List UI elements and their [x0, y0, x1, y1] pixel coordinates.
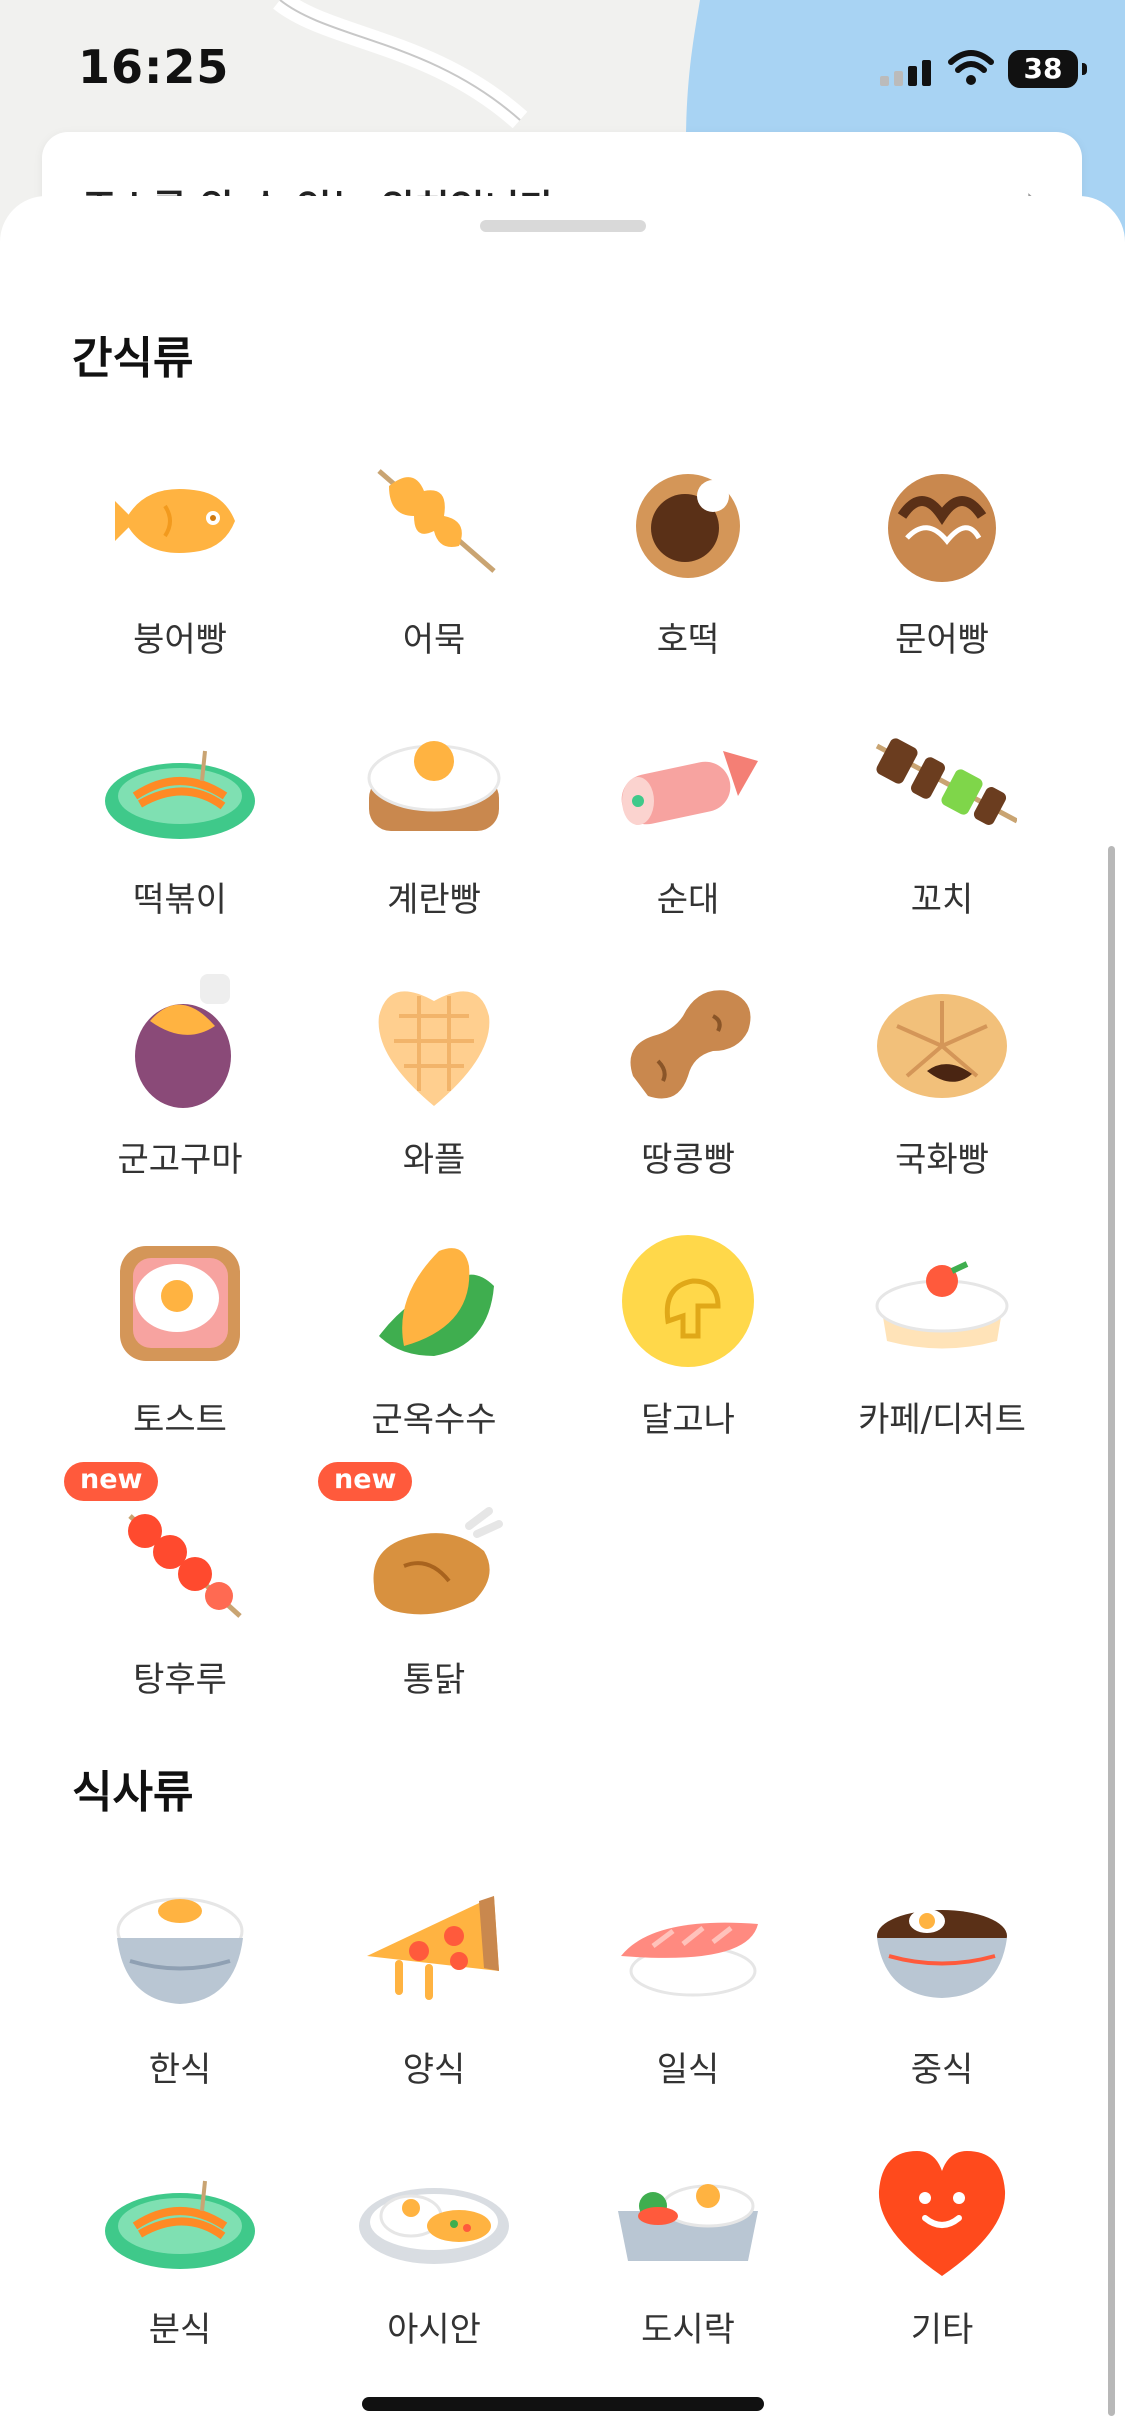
category-item-western[interactable]: 양식: [324, 1876, 544, 2106]
section-title-snacks: 간식류: [72, 333, 194, 384]
rice-bowl-icon: [116, 1897, 244, 2004]
category-label: 떡볶이: [133, 880, 227, 920]
battery-icon: 38: [1008, 50, 1087, 88]
category-item-sundae[interactable]: 순대: [578, 706, 798, 936]
fried-chicken-icon: [373, 1507, 503, 1615]
category-item-asian[interactable]: 아시안: [324, 2136, 544, 2366]
category-label: 중식: [910, 2050, 974, 2090]
category-label: 양식: [402, 2050, 466, 2090]
category-label: 호떡: [656, 620, 720, 660]
category-item-kkochi[interactable]: 꼬치: [832, 706, 1052, 936]
curry-plate-icon: [359, 2188, 509, 2264]
category-item-dosirak[interactable]: 도시락: [578, 2136, 798, 2366]
sundae-icon: [621, 751, 758, 825]
egg-bread-icon: [367, 741, 501, 831]
heart-face-icon: [878, 2151, 1006, 2276]
category-label: 어묵: [402, 620, 466, 660]
category-label: 도시락: [641, 2310, 735, 2350]
category-label: 국화빵: [895, 1140, 989, 1180]
category-label: 일식: [656, 2050, 720, 2090]
category-label: 땅콩빵: [641, 1140, 735, 1180]
corn-icon: [379, 1248, 494, 1356]
fish-bread-icon: [115, 489, 235, 553]
category-label: 문어빵: [895, 620, 989, 660]
category-label: 와플: [402, 1140, 466, 1180]
category-item-gyeranppang[interactable]: 계란빵: [324, 706, 544, 936]
tteokbokki-icon: [105, 750, 255, 839]
cellular-signal-icon: [880, 60, 936, 90]
category-label: 붕어빵: [133, 620, 227, 660]
category-label: 군고구마: [117, 1140, 243, 1180]
sweet-potato-icon: [135, 974, 231, 1108]
home-indicator[interactable]: [362, 2397, 764, 2411]
category-sheet: 간식류 붕어빵 어묵 호떡 문어빵 떡볶이 계란빵 순대 꼬치 군고구마 와플 …: [0, 196, 1125, 2436]
category-item-chinese[interactable]: 중식: [832, 1876, 1052, 2106]
sheet-grabber[interactable]: [480, 220, 646, 232]
category-item-eomuk[interactable]: 어묵: [324, 446, 544, 676]
category-item-gunoksusu[interactable]: 군옥수수: [324, 1226, 544, 1456]
category-item-bunsik[interactable]: 분식: [70, 2136, 290, 2366]
category-label: 분식: [148, 2310, 212, 2350]
noodle-bowl-icon: [877, 1909, 1007, 1998]
category-item-takoyaki[interactable]: 문어빵: [832, 446, 1052, 676]
fishcake-skewer-icon: [377, 469, 496, 573]
toast-icon: [120, 1246, 240, 1361]
category-label: 토스트: [133, 1400, 227, 1440]
hotteok-icon: [636, 474, 740, 578]
category-label: 군옥수수: [371, 1400, 497, 1440]
category-item-tongdak[interactable]: new 통닭: [318, 1462, 544, 1716]
category-item-ttangkongppang[interactable]: 땅콩빵: [578, 966, 798, 1196]
category-item-etc[interactable]: 기타: [832, 2136, 1052, 2366]
new-badge: new: [318, 1462, 413, 1501]
status-time: 16:25: [78, 40, 230, 94]
category-label: 꼬치: [910, 880, 974, 920]
waffle-icon: [378, 991, 490, 1106]
category-label: 달고나: [641, 1400, 735, 1440]
category-label: 아시안: [387, 2310, 481, 2350]
category-label: 순대: [656, 880, 720, 920]
sushi-icon: [621, 1922, 758, 1997]
category-item-japanese[interactable]: 일식: [578, 1876, 798, 2106]
scrollbar[interactable]: [1108, 846, 1115, 2416]
category-item-bungeoppang[interactable]: 붕어빵: [70, 446, 290, 676]
peanut-bread-icon: [630, 990, 751, 1099]
status-bar: 16:25 38: [0, 0, 1125, 130]
category-label: 계란빵: [387, 880, 481, 920]
pizza-icon: [367, 1896, 499, 2000]
category-label: 탕후루: [133, 1660, 227, 1700]
category-item-korean[interactable]: 한식: [70, 1876, 290, 2106]
cake-icon: [875, 1261, 1009, 1349]
category-label: 한식: [148, 2050, 212, 2090]
wifi-icon: [948, 50, 994, 90]
new-badge: new: [64, 1462, 159, 1501]
takoyaki-icon: [888, 474, 996, 582]
category-label: 카페/디저트: [858, 1400, 1026, 1440]
category-item-hotteok[interactable]: 호떡: [578, 446, 798, 676]
category-item-gungoguma[interactable]: 군고구마: [70, 966, 290, 1196]
chrysanthemum-bread-icon: [877, 994, 1007, 1098]
category-label: 통닭: [402, 1660, 466, 1700]
lunchbox-icon: [618, 2184, 758, 2261]
category-item-dalgona[interactable]: 달고나: [578, 1226, 798, 1456]
category-item-tanghulu[interactable]: new 탕후루: [64, 1462, 290, 1716]
category-item-gukhwappang[interactable]: 국화빵: [832, 966, 1052, 1196]
dalgona-icon: [622, 1235, 754, 1367]
category-item-tteokbokki[interactable]: 떡볶이: [70, 706, 290, 936]
tanghulu-icon: [128, 1514, 242, 1618]
category-item-toast[interactable]: 토스트: [70, 1226, 290, 1456]
category-item-waffle[interactable]: 와플: [324, 966, 544, 1196]
category-label: 기타: [910, 2310, 974, 2350]
section-title-meals: 식사류: [72, 1767, 194, 1818]
category-item-cafe-dessert[interactable]: 카페/디저트: [832, 1226, 1052, 1456]
tteokbokki-plate-icon: [105, 2180, 255, 2269]
skewer-icon: [875, 738, 1017, 825]
